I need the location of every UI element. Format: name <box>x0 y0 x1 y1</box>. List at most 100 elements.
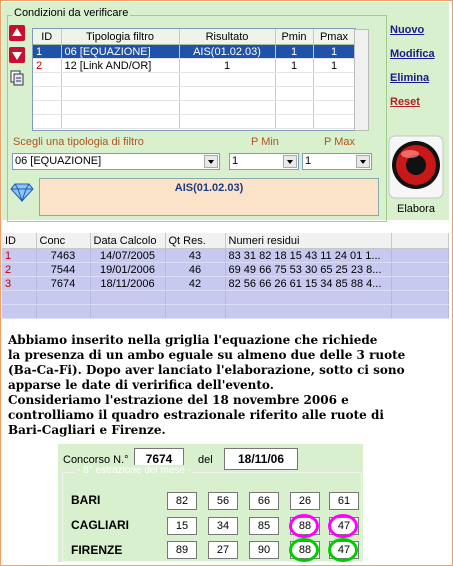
empty-row <box>33 86 356 101</box>
col-risultato[interactable]: Risultato <box>179 29 276 45</box>
table-row[interactable]: 1 06 [EQUAZIONE] AIS(01.02.03) 1 1 <box>33 44 356 59</box>
wheel-name: BARI <box>71 493 101 507</box>
reset-link[interactable]: Reset <box>390 96 420 108</box>
grid-scrollbar[interactable] <box>354 29 369 131</box>
wheel-number: 15 <box>167 517 197 535</box>
move-up-icon[interactable] <box>9 25 25 41</box>
diamond-icon[interactable] <box>10 182 34 203</box>
equation-result: AIS(01.02.03) <box>39 178 379 216</box>
cell-id: 2 <box>2 262 37 277</box>
col-numeri[interactable]: Numeri residui <box>225 233 392 249</box>
wheel-number: 66 <box>249 492 279 510</box>
col-id[interactable]: ID <box>2 233 37 249</box>
filter-select-value: 06 [EQUAZIONE] <box>15 155 102 167</box>
pmax-select[interactable]: 1 <box>302 153 372 170</box>
cell-numeri: 83 31 82 18 15 43 11 24 01 1... <box>225 248 392 263</box>
concorso-date: 18/11/06 <box>224 448 298 470</box>
empty-row <box>33 72 356 87</box>
elimina-link[interactable]: Elimina <box>390 72 429 84</box>
highlight-circle <box>289 514 319 538</box>
conditions-grid[interactable]: ID Tipologia filtro Risultato Pmin Pmax … <box>32 28 356 131</box>
cell-data: 19/01/2006 <box>90 262 166 277</box>
highlight-circle <box>328 514 358 538</box>
empty-row <box>2 304 449 319</box>
cell-pmax: 1 <box>313 44 356 59</box>
results-header: ID Conc Data Calcolo Qt Res. Numeri resi… <box>2 233 449 249</box>
chevron-down-icon[interactable] <box>283 155 297 168</box>
wheel-name: FIRENZE <box>71 543 123 557</box>
highlight-circle <box>289 538 319 562</box>
col-id[interactable]: ID <box>33 29 62 45</box>
cell-numeri: 82 56 66 26 61 15 34 85 88 4... <box>225 276 392 291</box>
cell-pmax: 1 <box>313 58 356 73</box>
copy-document-icon[interactable] <box>9 70 25 86</box>
table-row[interactable]: 1 7463 14/07/2005 43 83 31 82 18 15 43 1… <box>2 248 449 263</box>
estrazione-title: - 8° estrazione del mese - <box>75 465 194 476</box>
elabora-icon <box>388 135 444 199</box>
cell-id: 3 <box>2 276 37 291</box>
cell-conc: 7674 <box>36 276 91 291</box>
wheel-number: 90 <box>249 541 279 559</box>
col-tipologia[interactable]: Tipologia filtro <box>61 29 180 45</box>
chevron-down-icon[interactable] <box>356 155 370 168</box>
modifica-link[interactable]: Modifica <box>390 48 435 60</box>
chevron-down-icon[interactable] <box>204 155 218 168</box>
elabora-button[interactable]: Elabora <box>385 132 447 218</box>
description-line: apparse le date di veririfica dell'event… <box>8 378 274 392</box>
cell-tipo: 06 [EQUAZIONE] <box>61 44 180 59</box>
cell-qt: 42 <box>165 276 226 291</box>
estrazione-group: - 8° estrazione del mese - BARI 82 56 66… <box>62 465 362 562</box>
description-line: Bari-Cagliari e Firenze. <box>8 423 166 437</box>
cell-id: 2 <box>33 58 62 73</box>
cell-id: 1 <box>33 44 62 59</box>
wheel-number: 61 <box>329 492 359 510</box>
cell-risultato: 1 <box>179 58 276 73</box>
description-line: (Ba-Ca-Fi). Dopo aver lanciato l'elabora… <box>8 363 405 377</box>
del-label: del <box>198 454 213 466</box>
col-conc[interactable]: Conc <box>36 233 91 249</box>
empty-row <box>2 290 449 305</box>
col-data[interactable]: Data Calcolo <box>90 233 166 249</box>
move-down-icon[interactable] <box>9 47 25 63</box>
results-grid[interactable]: ID Conc Data Calcolo Qt Res. Numeri resi… <box>2 233 449 325</box>
col-pmax[interactable]: Pmax <box>313 29 356 45</box>
description-text: Abbiamo inserito nella griglia l'equazio… <box>8 333 448 438</box>
elabora-label: Elabora <box>397 203 435 215</box>
cell-qt: 46 <box>165 262 226 277</box>
grid-header: ID Tipologia filtro Risultato Pmin Pmax <box>33 29 356 45</box>
col-qt[interactable]: Qt Res. <box>165 233 226 249</box>
pmin-label: P Min <box>251 136 279 148</box>
table-row[interactable]: 3 7674 18/11/2006 42 82 56 66 26 61 15 3… <box>2 276 449 291</box>
col-pmin[interactable]: Pmin <box>275 29 314 45</box>
cell-qt: 43 <box>165 248 226 263</box>
empty-row <box>33 114 356 129</box>
pmax-select-value: 1 <box>305 155 312 167</box>
concorso-panel: Concorso N.° 7674 del 18/11/06 - 8° estr… <box>58 444 363 562</box>
cell-pmin: 1 <box>275 44 314 59</box>
empty-row <box>33 100 356 115</box>
cell-tipo: 12 [Link AND/OR] <box>61 58 180 73</box>
cell-id: 1 <box>2 248 37 263</box>
wheel-number: 34 <box>208 517 238 535</box>
wheel-name: CAGLIARI <box>71 518 129 532</box>
conditions-title: Condizioni da verificare <box>12 7 131 19</box>
wheel-number: 82 <box>167 492 197 510</box>
pmax-label: P Max <box>324 136 355 148</box>
description-line: la presenza di un ambo eguale su almeno … <box>8 348 406 362</box>
cell-data: 14/07/2005 <box>90 248 166 263</box>
wheel-number: 85 <box>249 517 279 535</box>
cell-conc: 7544 <box>36 262 91 277</box>
table-row[interactable]: 2 7544 19/01/2006 46 69 49 66 75 53 30 6… <box>2 262 449 277</box>
conditions-panel: Condizioni da verificare ID Tipologia fi… <box>2 2 449 222</box>
description-line: controlliamo il quadro estrazionale rife… <box>8 408 384 422</box>
filter-select[interactable]: 06 [EQUAZIONE] <box>12 153 220 170</box>
pmin-select[interactable]: 1 <box>229 153 299 170</box>
wheel-number: 27 <box>208 541 238 559</box>
cell-conc: 7463 <box>36 248 91 263</box>
table-row[interactable]: 2 12 [Link AND/OR] 1 1 1 <box>33 58 356 73</box>
col-empty <box>391 233 449 249</box>
cell-numeri: 69 49 66 75 53 30 65 25 23 8... <box>225 262 392 277</box>
description-line: Abbiamo inserito nella griglia l'equazio… <box>8 333 378 347</box>
wheel-number: 56 <box>208 492 238 510</box>
nuovo-link[interactable]: Nuovo <box>390 24 424 36</box>
